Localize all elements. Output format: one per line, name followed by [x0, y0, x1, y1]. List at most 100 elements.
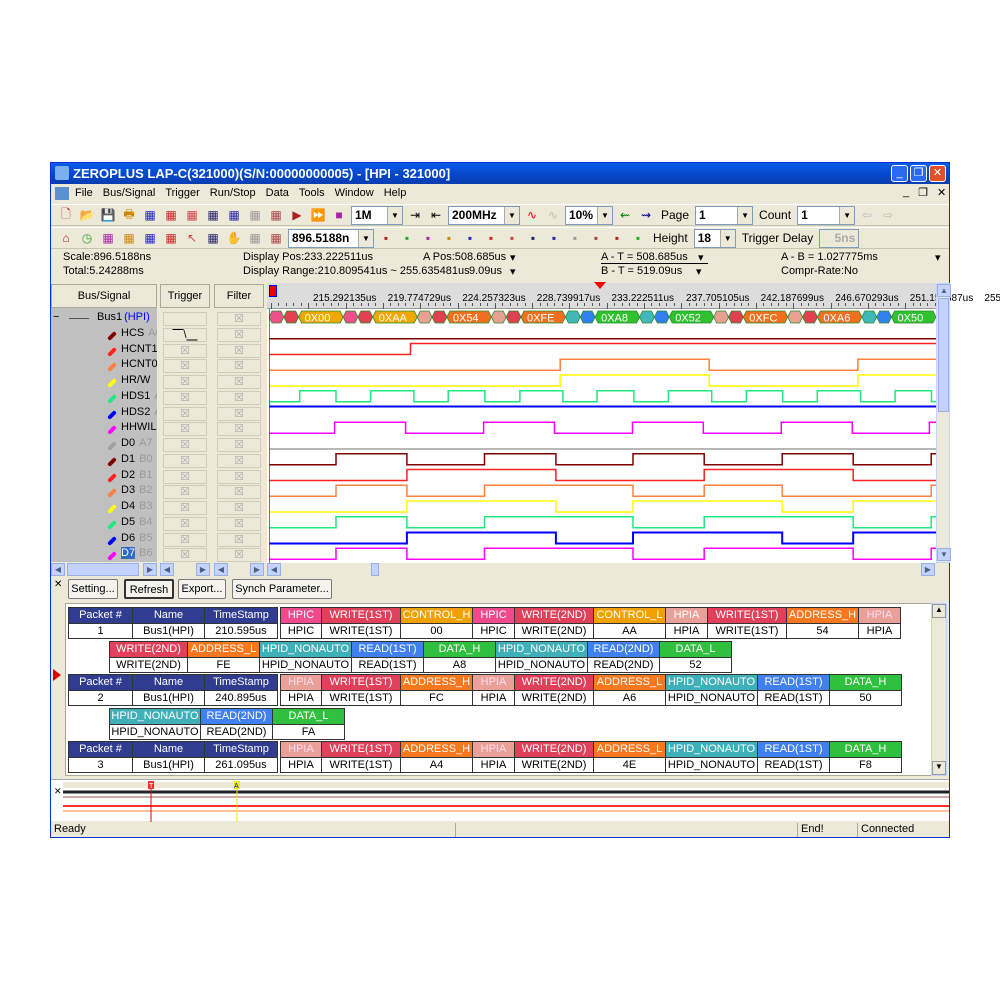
bus-property-icon[interactable]: ▦: [141, 207, 159, 224]
signal-row[interactable]: D0 A7: [51, 437, 157, 453]
menu-trigger[interactable]: Trigger: [165, 187, 199, 203]
packet-continuation-row[interactable]: WRITE(2ND) WRITE(2ND) ADDRESS_L FE HPID_NONA…: [109, 641, 732, 673]
filter-cell[interactable]: ☒: [217, 406, 261, 421]
trigger-scroll-right[interactable]: ▶: [196, 563, 210, 576]
home-icon[interactable]: ⌂: [57, 230, 75, 247]
setting-button[interactable]: Setting...: [68, 579, 118, 599]
packet-field[interactable]: DATA_L FA: [273, 708, 345, 740]
trigger-cell[interactable]: ☒: [163, 485, 207, 500]
signal-color-icon[interactable]: [107, 504, 117, 514]
trigger-cell[interactable]: ☒: [163, 422, 207, 437]
siglist-scroll-left[interactable]: ◀: [51, 563, 65, 576]
app-menu-icon[interactable]: [55, 187, 69, 200]
time-ruler[interactable]: 215.292135us 219.774729us 224.257323us 228.…: [267, 282, 1000, 309]
trigger-cell[interactable]: ☒: [163, 548, 207, 563]
signal-row[interactable]: HHWIL: [51, 421, 157, 437]
trigger-delay-input[interactable]: 5ns: [819, 228, 860, 248]
menu-help[interactable]: Help: [384, 187, 407, 203]
trigger-cell[interactable]: ☒: [163, 438, 207, 452]
scroll-down-button[interactable]: ▼: [937, 548, 951, 561]
packet-field[interactable]: READ(2ND) READ(2ND): [201, 708, 273, 740]
close-pane-icon[interactable]: ✕: [54, 579, 62, 590]
packet-field[interactable]: Packet #2: [68, 674, 133, 706]
packet-scrollbar[interactable]: ▲ ▼: [931, 603, 947, 776]
signal-property-icon[interactable]: ▦: [162, 207, 180, 224]
filter-cell[interactable]: ☒: [217, 390, 261, 405]
scroll-up-button[interactable]: ▲: [937, 284, 951, 297]
wave-scroll-thumb[interactable]: [371, 563, 379, 576]
packet-fields-row[interactable]: HPIC HPIC WRITE(1ST) WRITE(1ST) CONTROL_H 00 H…: [280, 607, 901, 639]
chevron-down-icon[interactable]: ▼: [839, 206, 855, 224]
clock-wave-icon[interactable]: ∿: [523, 207, 541, 224]
packet-field[interactable]: READ(1ST) READ(1ST): [758, 674, 830, 706]
packet-field[interactable]: HPID_NONAUTO HPID_NONAUTO: [260, 641, 352, 673]
packet-field[interactable]: HPIA HPIA: [666, 607, 708, 639]
trigger-c-icon[interactable]: ▦: [246, 207, 264, 224]
waveform-canvas[interactable]: 0X00 0XAA 0X54 0XFE 0XA8 0X52 0XFC 0XA6 0X50: [269, 309, 936, 563]
cursor-right-icon[interactable]: ▪: [398, 230, 416, 247]
signal-color-icon[interactable]: [107, 330, 117, 341]
filter-cell[interactable]: ☒: [217, 312, 261, 326]
hand-icon[interactable]: ✋: [225, 230, 243, 247]
bar-t-icon[interactable]: ▪: [482, 230, 500, 247]
trigger-cell[interactable]: ☒: [163, 469, 207, 484]
trigger-cell[interactable]: ☒: [163, 501, 207, 515]
packet-field[interactable]: HPIC HPIC: [280, 607, 322, 639]
mdi-close-button[interactable]: ✕: [937, 186, 946, 199]
restore-button[interactable]: ❐: [910, 165, 927, 182]
count-select[interactable]: 1 ▼: [797, 205, 856, 225]
select-icon[interactable]: ▦: [204, 230, 222, 247]
filter-cell[interactable]: ☒: [217, 548, 261, 563]
chevron-down-icon[interactable]: ▼: [387, 206, 402, 224]
packet-field[interactable]: ADDRESS_H A4: [401, 741, 473, 773]
bus-signal-header[interactable]: Bus/Signal: [51, 284, 157, 308]
signal-row[interactable]: HCNT1: [51, 343, 157, 359]
memory-depth-select[interactable]: 1M ▼: [351, 205, 403, 225]
signal-row[interactable]: HCSA0: [51, 327, 157, 343]
bar-b-icon[interactable]: ▪: [461, 230, 479, 247]
trigger-b-icon[interactable]: ▦: [225, 207, 243, 224]
packet-field[interactable]: Packet #1: [68, 607, 133, 639]
pointer-icon[interactable]: ↖: [183, 230, 201, 247]
packet-field[interactable]: ADDRESS_L FE: [188, 641, 260, 673]
packet-fields-row[interactable]: HPIA HPIA WRITE(1ST) WRITE(1ST) ADDRESS_H FC H…: [280, 674, 902, 706]
bus-icon[interactable]: ▪: [608, 230, 626, 247]
filter-scroll-left[interactable]: ◀: [214, 563, 228, 576]
bar-r-icon[interactable]: ▪: [419, 230, 437, 247]
signal-color-icon[interactable]: [107, 456, 117, 467]
collapse-icon[interactable]: −: [53, 311, 59, 323]
signal-color-icon[interactable]: [107, 519, 117, 530]
trigger-position-select[interactable]: 10% ▼: [565, 205, 613, 225]
packet-field[interactable]: READ(1ST) READ(1ST): [758, 741, 830, 773]
trigger-cell[interactable]: ☒: [163, 453, 207, 468]
trigger-cell[interactable]: ☒: [163, 516, 207, 531]
waveform-icon[interactable]: ▦: [120, 230, 138, 247]
packet-field[interactable]: WRITE(1ST) WRITE(1ST): [708, 607, 787, 639]
zoom-out-icon[interactable]: ⇤: [427, 207, 445, 224]
packet-fields-row[interactable]: HPIA HPIA WRITE(1ST) WRITE(1ST) ADDRESS_H A4 H…: [280, 741, 902, 773]
packet-field[interactable]: READ(1ST) READ(1ST): [352, 641, 424, 673]
bar-a-icon[interactable]: ▪: [440, 230, 458, 247]
cursor-t-icon[interactable]: [269, 285, 277, 297]
mdi-restore-button[interactable]: ❐: [918, 186, 928, 199]
signal-row[interactable]: D5 B4: [51, 516, 157, 532]
trigger-cell[interactable]: ⎺\⎽: [163, 327, 207, 342]
sample-rate-select[interactable]: 200MHz ▼: [448, 205, 520, 225]
signal-color-icon[interactable]: [107, 362, 117, 373]
packet-header-row[interactable]: Packet #2 Name Bus1(HPI) TimeStamp 240.895us: [68, 674, 278, 706]
run-icon[interactable]: ▶: [288, 207, 306, 224]
packet-field[interactable]: HPID_NONAUTO HPID_NONAUTO: [666, 741, 758, 773]
chevron-down-icon[interactable]: ▼: [597, 206, 612, 224]
height-select[interactable]: 18 ▼: [693, 228, 736, 248]
packet-field[interactable]: Name Bus1(HPI): [133, 741, 205, 773]
filter-cell[interactable]: ☒: [217, 469, 261, 484]
packet-field[interactable]: WRITE(1ST) WRITE(1ST): [322, 741, 401, 773]
next-page-icon[interactable]: ⇝: [637, 207, 655, 224]
filter-header[interactable]: Filter: [214, 284, 264, 308]
group-icon[interactable]: ▦: [183, 207, 201, 224]
signal-color-icon[interactable]: [107, 472, 117, 483]
filter-cell[interactable]: ☒: [217, 422, 261, 437]
print-icon[interactable]: 🖶: [120, 207, 138, 224]
close-button[interactable]: ✕: [929, 165, 946, 182]
bar-icon[interactable]: ▦: [246, 230, 264, 247]
